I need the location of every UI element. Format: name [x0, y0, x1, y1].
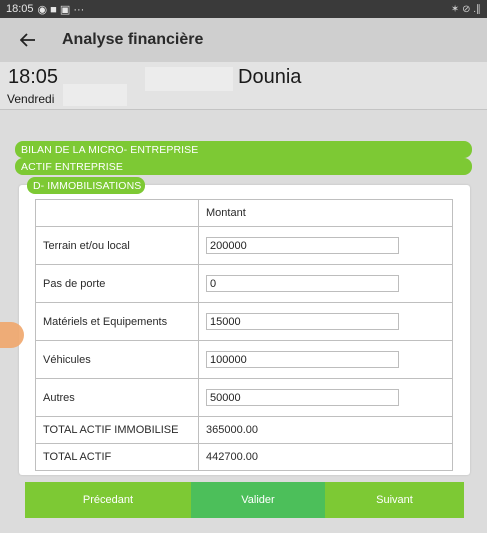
- bottom-buttons: Précedant Valider Suivant: [25, 482, 464, 518]
- header-label-cell: [35, 199, 199, 227]
- app-bar: Analyse financière: [0, 18, 487, 62]
- status-left: 18:05 ◉ ■ ▣ ···: [6, 3, 84, 16]
- section-actif: ACTIF ENTREPRISE: [15, 158, 472, 175]
- total-value: 365000.00: [198, 416, 453, 444]
- row-label: Véhicules: [35, 340, 199, 379]
- vehicules-input[interactable]: [206, 351, 399, 368]
- table-row: Matériels et Equipements: [35, 302, 453, 341]
- materiels-input[interactable]: [206, 313, 399, 330]
- table-row: Pas de porte: [35, 264, 453, 303]
- status-time: 18:05: [6, 3, 34, 15]
- row-label: Terrain et/ou local: [35, 226, 199, 265]
- validate-button[interactable]: Valider: [191, 482, 325, 518]
- header-info: 18:05 Dounia Vendredi: [0, 62, 487, 110]
- redacted-block: [63, 84, 127, 106]
- table-row: Véhicules: [35, 340, 453, 379]
- section-bilan: BILAN DE LA MICRO- ENTREPRISE: [15, 141, 472, 158]
- status-bar: 18:05 ◉ ■ ▣ ··· ✶ ⊘ .∥: [0, 0, 487, 18]
- notification-icons: ◉ ■ ▣ ···: [37, 3, 85, 16]
- row-value-cell: [198, 302, 453, 341]
- row-value-cell: [198, 264, 453, 303]
- table-row: Terrain et/ou local: [35, 226, 453, 265]
- total-row: TOTAL ACTIF IMMOBILISE 365000.00: [35, 416, 453, 444]
- status-right: ✶ ⊘ .∥: [451, 4, 481, 15]
- row-label: Matériels et Equipements: [35, 302, 199, 341]
- header-day: Vendredi: [7, 92, 55, 106]
- redacted-block: [145, 67, 233, 91]
- pas-de-porte-input[interactable]: [206, 275, 399, 292]
- previous-button[interactable]: Précedant: [25, 482, 191, 518]
- row-label: Pas de porte: [35, 264, 199, 303]
- row-value-cell: [198, 226, 453, 265]
- section-immobilisations: D- IMMOBILISATIONS: [27, 177, 145, 194]
- next-button[interactable]: Suivant: [325, 482, 464, 518]
- back-arrow-icon[interactable]: [20, 33, 44, 47]
- header-amount-cell: Montant: [198, 199, 453, 227]
- total-value: 442700.00: [198, 443, 453, 471]
- row-value-cell: [198, 340, 453, 379]
- terrain-input[interactable]: [206, 237, 399, 254]
- row-value-cell: [198, 378, 453, 417]
- total-label: TOTAL ACTIF: [35, 443, 199, 471]
- table-row: Autres: [35, 378, 453, 417]
- total-row: TOTAL ACTIF 442700.00: [35, 443, 453, 471]
- signal-icons: ✶ ⊘ .∥: [450, 3, 481, 15]
- username: Dounia: [238, 66, 302, 88]
- total-label: TOTAL ACTIF IMMOBILISE: [35, 416, 199, 444]
- autres-input[interactable]: [206, 389, 399, 406]
- immobilisations-table: Montant Terrain et/ou local Pas de porte…: [35, 199, 453, 471]
- immobilisations-card: Montant Terrain et/ou local Pas de porte…: [19, 185, 470, 475]
- table-header-row: Montant: [35, 199, 453, 227]
- row-label: Autres: [35, 378, 199, 417]
- header-time: 18:05: [8, 66, 59, 88]
- app-title: Analyse financière: [62, 31, 204, 48]
